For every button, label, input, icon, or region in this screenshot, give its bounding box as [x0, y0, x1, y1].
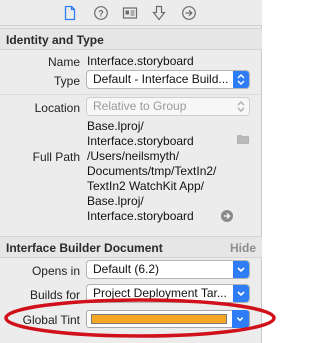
file-inspector-icon[interactable] [62, 5, 78, 21]
identity-and-type-header: Identity and Type [0, 28, 262, 50]
full-path-line: /Users/neilsmyth/ [87, 149, 180, 163]
section-title: Interface Builder Document [6, 241, 163, 255]
attributes-down-arrow-icon[interactable] [151, 5, 167, 21]
type-label: Type [53, 74, 80, 88]
location-label: Location [34, 101, 80, 115]
quick-help-icon[interactable]: ? [93, 5, 109, 21]
location-popup[interactable]: Relative to Group [86, 97, 250, 116]
full-path-line: Base.lproj/ [87, 194, 144, 208]
hide-link[interactable]: Hide [230, 241, 256, 255]
full-path-label: Full Path [32, 150, 80, 164]
global-tint-color-well[interactable] [86, 310, 250, 328]
chevron-down-icon [233, 285, 249, 302]
type-popup-value: Default - Interface Build... [93, 72, 229, 86]
popup-arrows-icon [233, 71, 249, 88]
builds-for-popup-value: Project Deployment Tar... [93, 286, 227, 300]
name-value: Interface.storyboard [87, 54, 194, 68]
name-label: Name [47, 55, 80, 69]
section-title: Identity and Type [6, 33, 104, 47]
relative-path-line: Interface.storyboard [87, 134, 194, 148]
chevron-down-icon [233, 261, 249, 278]
opens-in-popup-value: Default (6.2) [93, 262, 160, 276]
opens-in-label: Opens in [31, 264, 80, 278]
full-path-line: TextIn2 WatchKit App/ [87, 179, 204, 193]
global-tint-swatch [91, 314, 227, 324]
folder-icon[interactable] [237, 134, 249, 144]
location-popup-value: Relative to Group [93, 99, 187, 113]
relative-path-line: Base.lproj/ [87, 119, 144, 133]
interface-builder-document-header: Interface Builder Document Hide [0, 236, 262, 258]
full-path-line: Documents/tmp/TextIn2/ [87, 164, 217, 178]
svg-text:?: ? [98, 9, 104, 19]
divider [0, 94, 262, 95]
reveal-in-finder-arrow-icon[interactable] [221, 210, 233, 222]
builds-for-label: Builds for [29, 288, 80, 302]
global-tint-label: Global Tint [22, 313, 80, 327]
opens-in-popup[interactable]: Default (6.2) [86, 260, 250, 279]
connections-arrow-icon[interactable] [181, 5, 197, 21]
popup-arrows-icon [233, 98, 249, 115]
full-path-line: Interface.storyboard [87, 209, 194, 223]
inspector-tab-bar: ? [0, 0, 262, 26]
type-popup[interactable]: Default - Interface Build... [86, 70, 250, 89]
builds-for-popup[interactable]: Project Deployment Tar... [86, 284, 250, 303]
identity-card-icon[interactable] [122, 5, 138, 21]
file-inspector-panel: ? Identity and Type Name Interface.story… [0, 0, 262, 343]
chevron-down-icon [232, 310, 249, 328]
